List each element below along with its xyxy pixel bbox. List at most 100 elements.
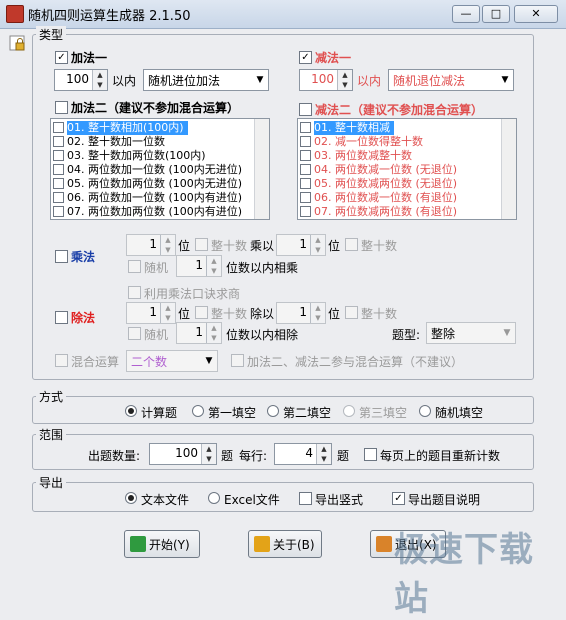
mode-radio-1[interactable] xyxy=(192,405,204,417)
recount-label: 每页上的题目重新计数 xyxy=(380,449,501,463)
mul-within-label: 位数以内相乘 xyxy=(226,261,299,275)
start-button[interactable]: 开始(Y) xyxy=(124,530,200,558)
help-icon xyxy=(254,536,270,552)
mul-random-checkbox[interactable] xyxy=(128,260,141,273)
export-excel-radio[interactable] xyxy=(208,492,220,504)
spin-arrows-icon[interactable]: ▲ ▼ xyxy=(160,235,175,255)
type-group-label: 类型 xyxy=(36,26,67,43)
app-icon xyxy=(6,5,24,23)
mixed-add2sub2-checkbox[interactable] xyxy=(231,354,244,367)
mul-checkbox[interactable] xyxy=(55,250,68,263)
div-digits-c-spinner[interactable]: 1 ▲ ▼ xyxy=(176,322,222,344)
spin-arrows-icon[interactable]: ▲ ▼ xyxy=(206,256,221,276)
count-spinner[interactable]: 100 ▲ ▼ xyxy=(149,443,217,465)
count-unit: 题 xyxy=(221,449,234,463)
add2-list[interactable]: 01. 整十数相加(100内) 02. 整十数加一位数 03. 整十数加两位数(… xyxy=(50,118,270,220)
add1-limit-spinner[interactable]: 100 ▲ ▼ xyxy=(54,69,108,91)
add2-checkbox[interactable] xyxy=(55,101,68,114)
perline-label: 每行: xyxy=(239,449,268,463)
mixed-label: 混合运算 xyxy=(71,355,120,369)
mixed-checkbox[interactable] xyxy=(55,354,68,367)
div-tens-b-checkbox[interactable] xyxy=(345,306,358,319)
range-group-label: 范围 xyxy=(36,426,67,443)
mul-unit-b: 位 xyxy=(328,239,341,253)
sub2-list[interactable]: 01. 整十数相减 02. 减一位数得整十数 03. 两位数减整十数 04. 两… xyxy=(297,118,517,220)
div-qtype-select[interactable]: 整除 ▼ xyxy=(426,322,516,344)
div-tip-label: 利用乘法口诀求商 xyxy=(144,287,241,301)
list-scrollbar[interactable] xyxy=(254,119,269,219)
export-group-label: 导出 xyxy=(36,474,67,491)
export-desc-label: 导出题目说明 xyxy=(408,493,481,507)
spin-arrows-icon[interactable]: ▲ ▼ xyxy=(92,70,107,90)
div-tens-a-checkbox[interactable] xyxy=(195,306,208,319)
mul-digits-c-spinner[interactable]: 1 ▲ ▼ xyxy=(176,255,222,277)
mul-digits-b-spinner[interactable]: 1 ▲ ▼ xyxy=(276,234,326,256)
mul-tens-a-checkbox[interactable] xyxy=(195,238,208,251)
recount-checkbox[interactable] xyxy=(364,448,377,461)
about-button[interactable]: 关于(B) xyxy=(248,530,322,558)
mode-label-1: 第一填空 xyxy=(208,406,257,420)
add1-mode-select[interactable]: 随机进位加法 ▼ xyxy=(143,69,269,91)
chevron-down-icon: ▼ xyxy=(501,75,509,85)
add1-mode-value: 随机进位加法 xyxy=(148,74,221,88)
spin-arrows-icon[interactable]: ▲ ▼ xyxy=(316,444,331,464)
mode-label-0: 计算题 xyxy=(141,406,178,420)
add2-label: 加法二（建议不参加混合运算） xyxy=(71,101,240,115)
mode-label-4: 随机填空 xyxy=(435,406,484,420)
export-text-label: 文本文件 xyxy=(141,493,190,507)
div-tens-b-label: 整十数 xyxy=(361,307,398,321)
export-excel-label: Excel文件 xyxy=(224,493,280,507)
mul-tens-a-label: 整十数 xyxy=(211,239,248,253)
mode-radio-3[interactable] xyxy=(343,405,355,417)
mode-radio-0[interactable] xyxy=(125,405,137,417)
div-random-checkbox[interactable] xyxy=(128,327,141,340)
mode-radio-2[interactable] xyxy=(267,405,279,417)
mul-tens-b-checkbox[interactable] xyxy=(345,238,358,251)
maximize-button[interactable]: □ xyxy=(482,5,510,23)
add1-limit-value: 100 xyxy=(66,72,89,86)
div-digits-b-spinner[interactable]: 1 ▲ ▼ xyxy=(276,302,326,324)
perline-unit: 题 xyxy=(337,449,350,463)
spin-arrows-icon[interactable]: ▲ ▼ xyxy=(310,235,325,255)
spin-arrows-icon[interactable]: ▲ ▼ xyxy=(206,323,221,343)
add1-checkbox[interactable]: ✓ xyxy=(55,51,68,64)
sub1-unit: 以内 xyxy=(357,74,382,88)
div-unit-a: 位 xyxy=(178,307,191,321)
sub1-limit-spinner[interactable]: 100 ▲ ▼ xyxy=(299,69,353,91)
mul-tens-b-label: 整十数 xyxy=(361,239,398,253)
add1-unit: 以内 xyxy=(112,74,137,88)
div-checkbox[interactable] xyxy=(55,311,68,324)
mul-digits-a-spinner[interactable]: 1 ▲ ▼ xyxy=(126,234,176,256)
mode-radio-4[interactable] xyxy=(419,405,431,417)
spin-arrows-icon[interactable]: ▲ ▼ xyxy=(337,70,352,90)
div-random-label: 随机 xyxy=(144,328,169,342)
mixed-count-select[interactable]: 二个数 ▼ xyxy=(126,350,218,372)
spin-arrows-icon[interactable]: ▲ ▼ xyxy=(201,444,216,464)
div-digits-a-spinner[interactable]: 1 ▲ ▼ xyxy=(126,302,176,324)
div-within-label: 位数以内相除 xyxy=(226,328,299,342)
export-desc-checkbox[interactable]: ✓ xyxy=(392,492,405,505)
export-text-radio[interactable] xyxy=(125,492,137,504)
div-by-label: 除以 xyxy=(250,307,275,321)
minimize-button[interactable]: — xyxy=(452,5,480,23)
spin-arrows-icon[interactable]: ▲ ▼ xyxy=(310,303,325,323)
mul-unit-a: 位 xyxy=(178,239,191,253)
lock-icon[interactable] xyxy=(8,34,26,52)
close-button[interactable]: ✕ xyxy=(514,5,558,23)
export-vertical-checkbox[interactable] xyxy=(299,492,312,505)
list-scrollbar[interactable] xyxy=(501,119,516,219)
sub1-label: 减法一 xyxy=(315,51,352,65)
spin-arrows-icon[interactable]: ▲ ▼ xyxy=(160,303,175,323)
sub2-checkbox[interactable] xyxy=(299,103,312,116)
about-button-label: 关于(B) xyxy=(273,538,315,552)
div-tip-checkbox[interactable] xyxy=(128,286,141,299)
mul-times-label: 乘以 xyxy=(250,239,275,253)
mul-label: 乘法 xyxy=(71,250,96,264)
mixed-add2sub2-label: 加法二、减法二参与混合运算（不建议） xyxy=(247,355,464,369)
sub1-checkbox[interactable]: ✓ xyxy=(299,51,312,64)
div-label: 除法 xyxy=(71,311,96,325)
perline-spinner[interactable]: 4 ▲ ▼ xyxy=(274,443,332,465)
count-label: 出题数量: xyxy=(88,449,141,463)
save-disk-icon xyxy=(130,536,146,552)
sub1-mode-select[interactable]: 随机退位减法 ▼ xyxy=(388,69,514,91)
